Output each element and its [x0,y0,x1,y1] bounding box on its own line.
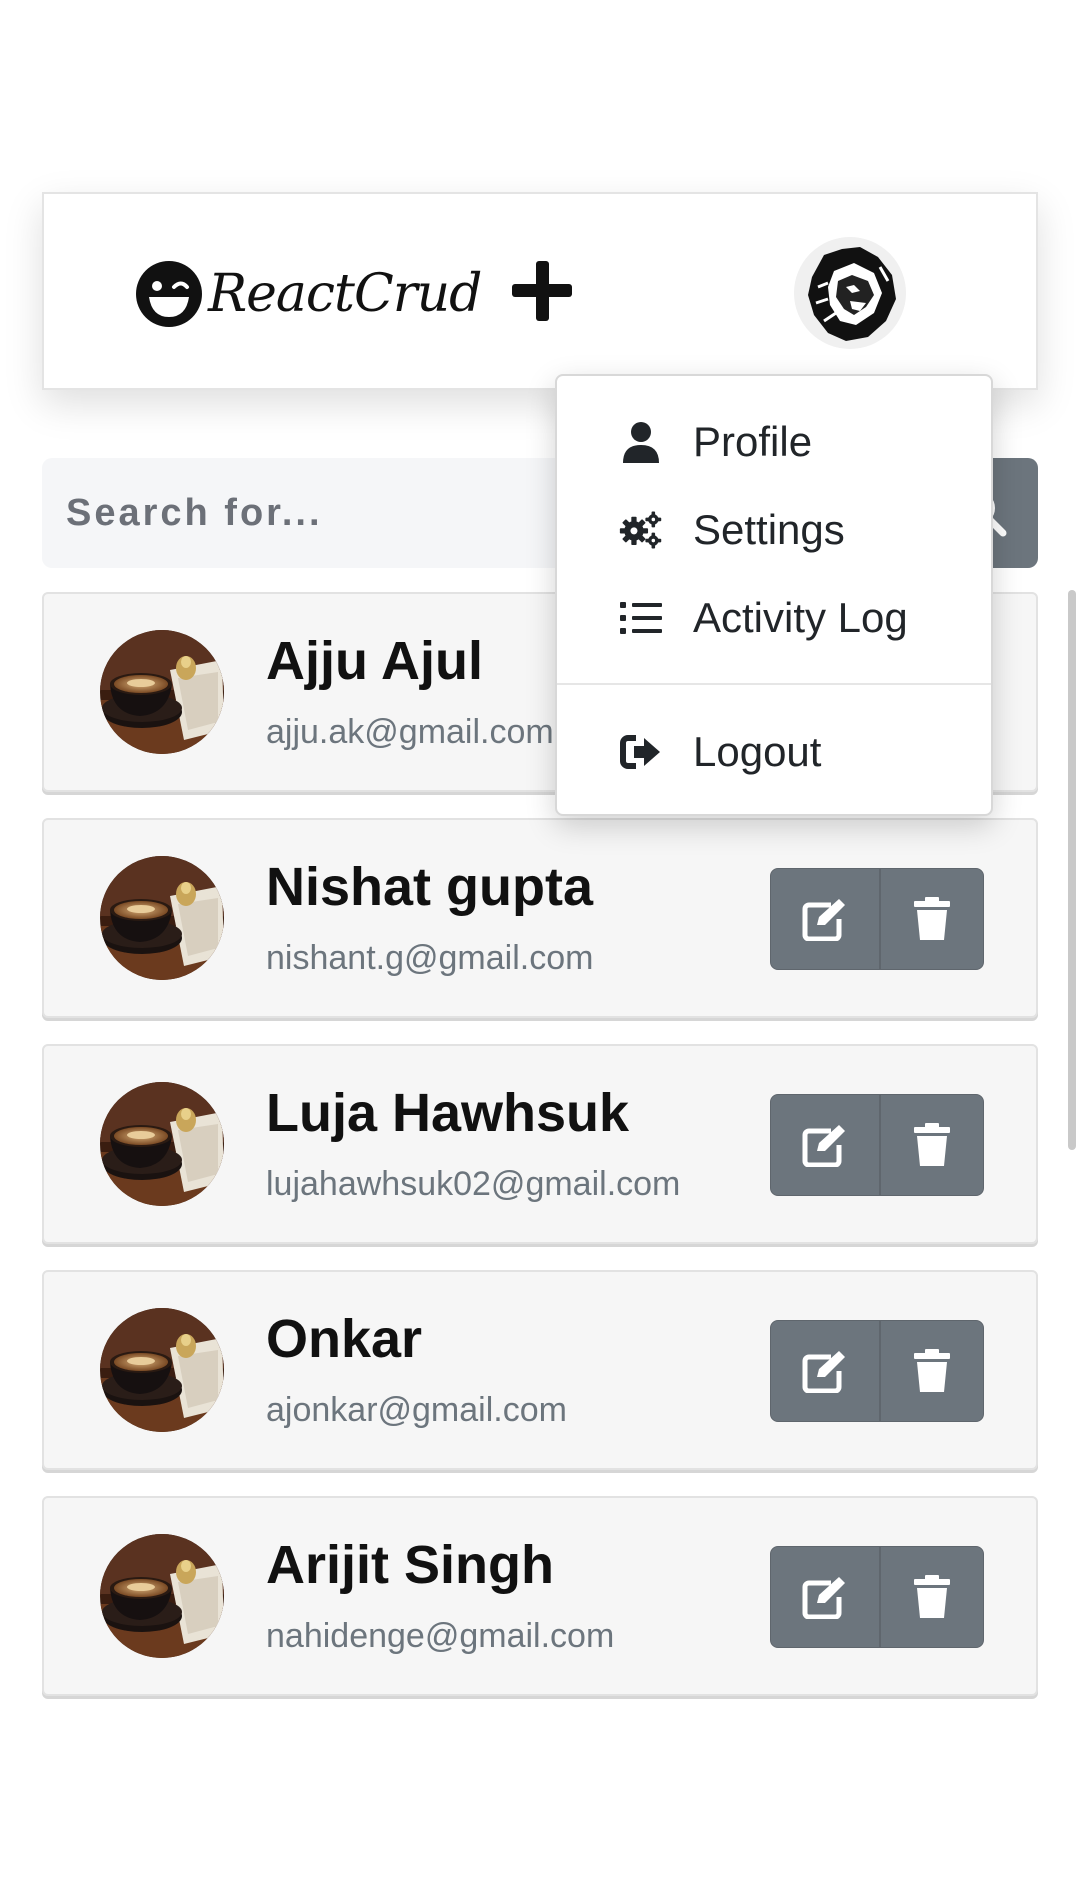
delete-button[interactable] [880,1094,984,1196]
add-user-button[interactable] [502,251,582,331]
menu-item-activity-log[interactable]: Activity Log [557,578,991,658]
trash-icon [914,1123,950,1166]
menu-item-label: Settings [693,506,845,553]
coffee-avatar-image [100,856,224,980]
trash-icon [914,1575,950,1618]
edit-icon [802,1577,845,1619]
user-card: Onkar ajonkar@gmail.com [42,1270,1038,1470]
row-actions [770,1320,984,1422]
row-actions [770,1546,984,1648]
user-email: nahidenge@gmail.com [266,1617,615,1655]
coffee-avatar-image [100,1534,224,1658]
profile-dropdown-menu: Profile Settings Activity Log Logout [555,374,993,816]
row-actions [770,868,984,970]
scrollbar[interactable] [1068,590,1076,1150]
brand-logo[interactable]: ReactCrud [134,249,482,339]
trash-icon [914,897,950,940]
list-icon [619,596,663,640]
avatar [100,856,224,980]
avatar [100,1534,224,1658]
coffee-avatar-image [100,1308,224,1432]
user-name: Luja Hawhsuk [266,1083,630,1143]
avatar [100,630,224,754]
user-email: lujahawhsuk02@gmail.com [266,1165,681,1203]
avatar [100,1082,224,1206]
user-icon [619,420,663,464]
delete-button[interactable] [880,1546,984,1648]
delete-button[interactable] [880,1320,984,1422]
coffee-avatar-image [100,630,224,754]
delete-button[interactable] [880,868,984,970]
winking-smiley-icon [136,261,202,327]
gears-icon [619,508,663,552]
user-email: nishant.g@gmail.com [266,939,594,977]
navbar: ReactCrud [42,192,1038,390]
menu-item-profile[interactable]: Profile [557,402,991,482]
edit-button[interactable] [770,868,880,970]
edit-button[interactable] [770,1320,880,1422]
avatar [100,1308,224,1432]
edit-icon [802,899,845,941]
brand-name: ReactCrud [208,264,482,324]
lion-avatar [794,237,906,349]
menu-item-label: Activity Log [693,594,908,641]
user-card: Arijit Singh nahidenge@gmail.com [42,1496,1038,1696]
coffee-avatar-image [100,1082,224,1206]
menu-item-settings[interactable]: Settings [557,490,991,570]
trash-icon [914,1349,950,1392]
menu-item-logout[interactable]: Logout [557,712,991,792]
row-actions [770,1094,984,1196]
sign-out-icon [619,730,663,774]
user-name: Onkar [266,1309,423,1369]
user-card: Nishat gupta nishant.g@gmail.com [42,818,1038,1018]
edit-button[interactable] [770,1094,880,1196]
user-card: Luja Hawhsuk lujahawhsuk02@gmail.com [42,1044,1038,1244]
user-email: ajju.ak@gmail.com [266,713,554,751]
plus-icon [512,261,572,321]
user-name: Arijit Singh [266,1535,554,1595]
edit-icon [802,1125,845,1167]
user-email: ajonkar@gmail.com [266,1391,567,1429]
menu-item-label: Profile [693,418,813,465]
menu-item-label: Logout [693,728,822,775]
edit-button[interactable] [770,1546,880,1648]
menu-divider [557,683,991,685]
profile-avatar-button[interactable] [794,237,906,349]
user-name: Nishat gupta [266,857,594,917]
edit-icon [802,1351,845,1393]
user-name: Ajju Ajul [266,631,483,691]
